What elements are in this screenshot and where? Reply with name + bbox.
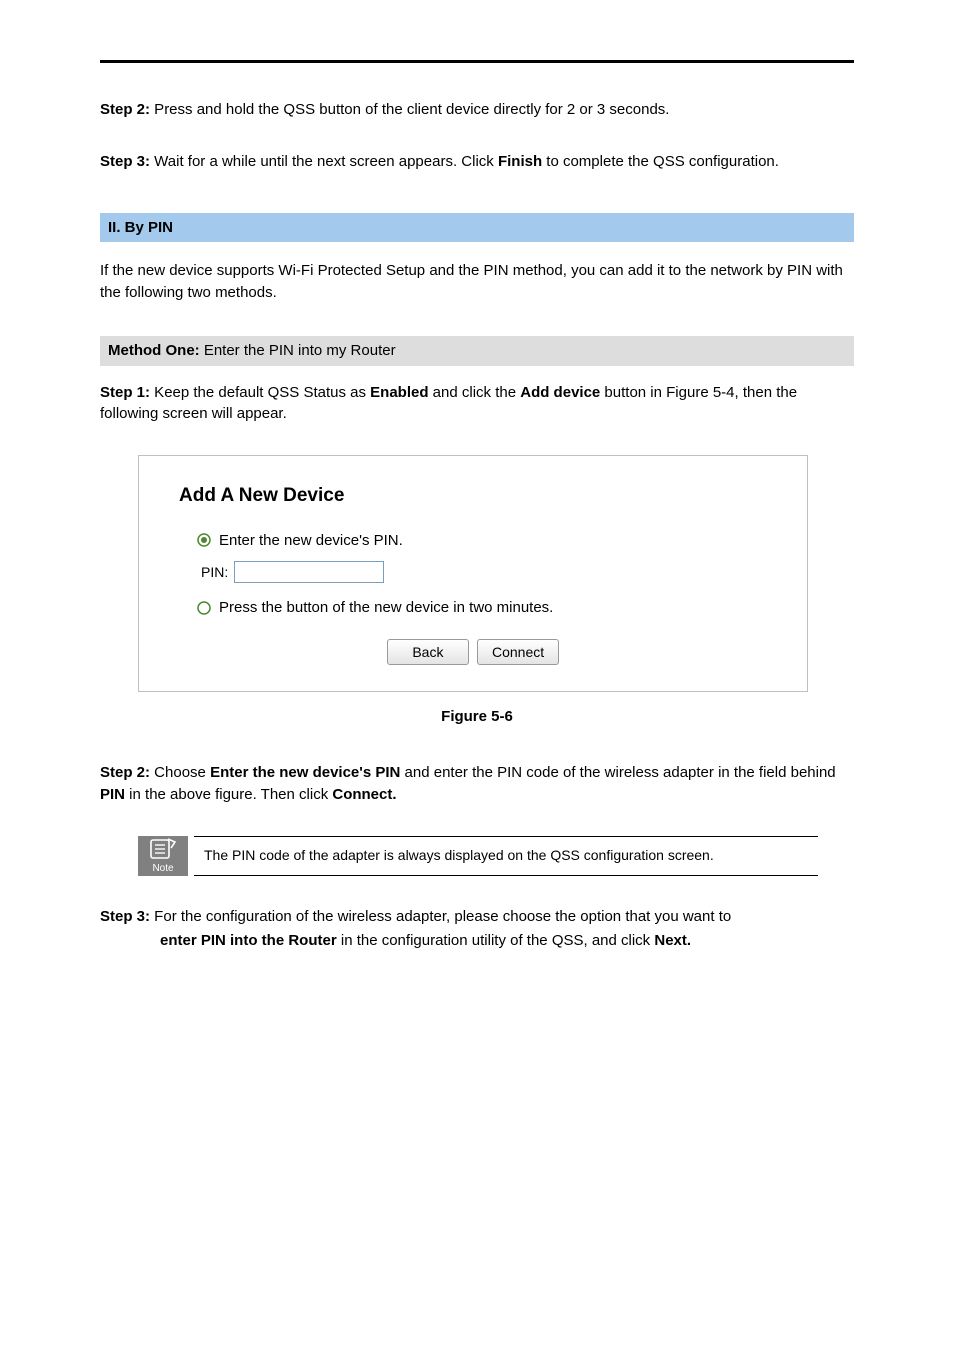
step2-b-mid: in the above figure. Then click — [125, 786, 332, 803]
pin-label: PIN: — [201, 562, 228, 582]
step1-b-bold2: Add device — [520, 384, 600, 401]
connect-button[interactable]: Connect — [477, 639, 559, 665]
step1-b-mid: and click the — [429, 384, 521, 401]
step3-first-label: Step 3: — [100, 153, 150, 170]
step3-b-bold1: enter PIN into the Router — [160, 932, 337, 949]
radio-unselected-icon — [197, 601, 211, 615]
pin-input[interactable] — [234, 561, 384, 583]
step3-b-bold2: Next. — [654, 932, 691, 949]
top-rule — [100, 60, 854, 63]
step3-b-label: Step 3: — [100, 908, 150, 925]
radio-press-button-label: Press the button of the new device in tw… — [219, 597, 553, 619]
pin-row: PIN: — [201, 561, 767, 583]
radio-press-button-row[interactable]: Press the button of the new device in tw… — [197, 597, 767, 619]
figure-caption: Figure 5-6 — [100, 706, 854, 728]
figure-button-row: Back Connect — [179, 639, 767, 665]
step2-b-before: Choose — [150, 764, 210, 781]
step1-b-label: Step 1: — [100, 384, 150, 401]
note-icon: Note — [138, 836, 188, 877]
radio-enter-pin-label: Enter the new device's PIN. — [219, 530, 403, 552]
step2-first-block: Step 2: Press and hold the QSS button of… — [100, 99, 854, 121]
step3-first-bold: Finish — [498, 153, 542, 170]
step2-b-bold3: Connect. — [332, 786, 396, 803]
figure-add-new-device: Add A New Device Enter the new device's … — [138, 455, 808, 692]
method-one-bar: Method One: Enter the PIN into my Router — [100, 336, 854, 366]
step2-b-bold2: PIN — [100, 786, 125, 803]
step3-b-line1: For the configuration of the wireless ad… — [150, 908, 731, 925]
radio-enter-pin-row[interactable]: Enter the new device's PIN. — [197, 530, 767, 552]
document-page: Step 2: Press and hold the QSS button of… — [0, 0, 954, 1062]
step2-b-label: Step 2: — [100, 764, 150, 781]
notebook-icon — [148, 836, 178, 862]
bypin-intro: If the new device supports Wi-Fi Protect… — [100, 260, 854, 304]
note-block: Note The PIN code of the adapter is alwa… — [138, 836, 818, 877]
step3-first-block: Step 3: Wait for a while until the next … — [100, 151, 854, 173]
step2-b-after1: and enter the PIN code of the wireless a… — [400, 764, 835, 781]
step3-b-mid: in the configuration utility of the QSS,… — [337, 932, 655, 949]
radio-selected-icon — [197, 533, 211, 547]
back-button[interactable]: Back — [387, 639, 469, 665]
step2-first-label: Step 2: — [100, 101, 150, 118]
step3-first-text-after: to complete the QSS configuration. — [542, 153, 779, 170]
step2-first-text: Press and hold the QSS button of the cli… — [150, 101, 669, 118]
step2-b-bold1: Enter the new device's PIN — [210, 764, 400, 781]
step1-b-before: Keep the default QSS Status as — [150, 384, 370, 401]
step1-b-block: Step 1: Keep the default QSS Status as E… — [100, 382, 854, 426]
figure-title: Add A New Device — [179, 482, 767, 510]
step3-first-text-before: Wait for a while until the next screen a… — [150, 153, 498, 170]
method-one-text: Enter the PIN into my Router — [200, 342, 396, 359]
step3-b-block: Step 3: For the configuration of the wir… — [100, 906, 854, 952]
step1-b-bold1: Enabled — [370, 384, 428, 401]
method-one-label: Method One: — [108, 342, 200, 359]
note-label: Note — [152, 862, 173, 877]
step2-b-block: Step 2: Choose Enter the new device's PI… — [100, 762, 854, 806]
heading-by-pin: II. By PIN — [100, 213, 854, 243]
note-body: The PIN code of the adapter is always di… — [194, 836, 818, 877]
